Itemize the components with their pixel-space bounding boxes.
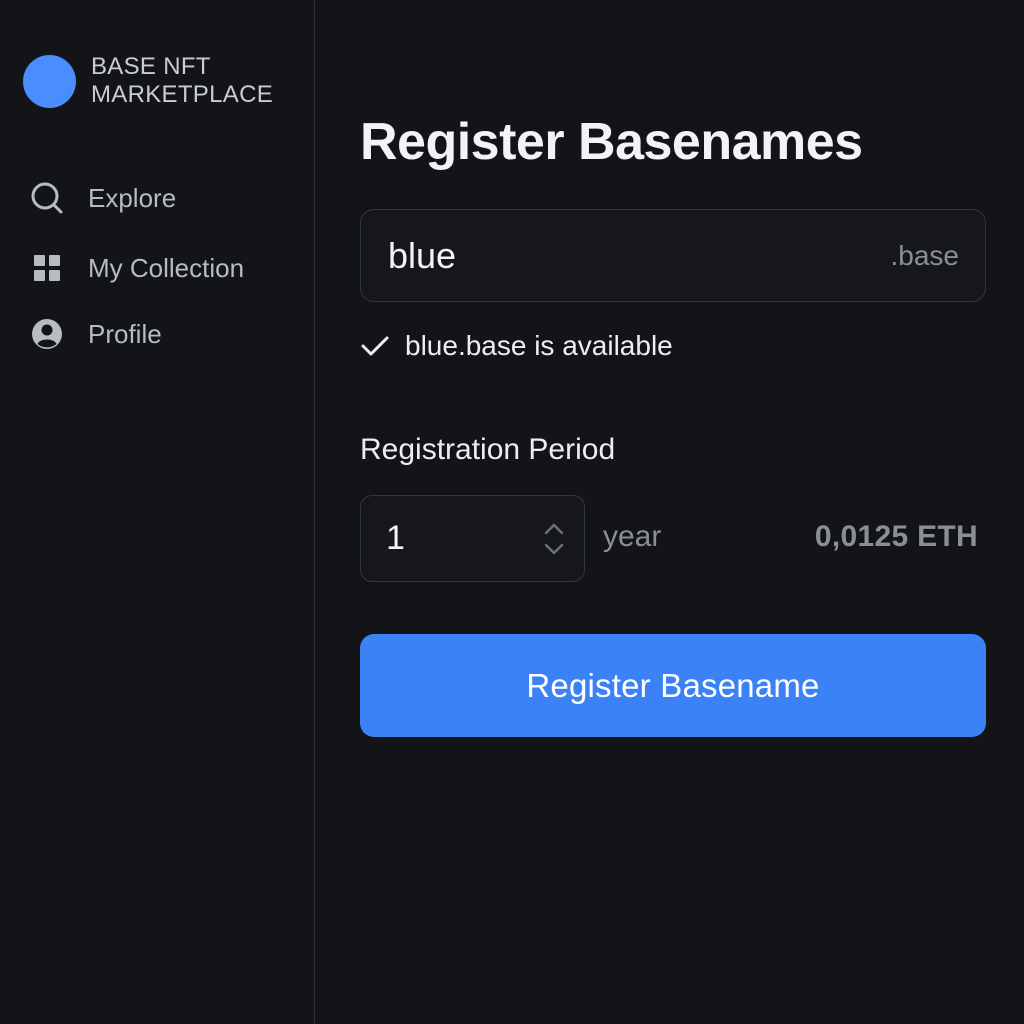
basename-field[interactable]: .base [360,209,986,302]
register-basename-button[interactable]: Register Basename [360,634,986,737]
registration-price: 0,0125 ETH [814,520,978,553]
user-circle-icon [30,317,64,351]
registration-period-label: Registration Period [360,433,616,466]
sidebar-item-explore[interactable]: Explore [30,176,244,220]
sidebar-item-label: My Collection [88,252,245,283]
basename-input[interactable] [388,234,808,277]
sidebar: BASE NFT MARKETPLACE Explore My Collecti… [0,0,315,1024]
chevron-up-down-icon[interactable] [542,519,566,559]
main-content: Register Basenames .base blue.base is av… [315,0,1024,1024]
sidebar-item-label: Profile [88,318,162,349]
brand-logo [23,54,76,108]
period-stepper[interactable]: 1 [360,495,585,582]
sidebar-item-label: Explore [88,182,177,213]
brand[interactable]: BASE NFT MARKETPLACE [23,53,291,109]
period-unit: year [603,520,662,553]
basename-suffix: .base [890,239,960,271]
sidebar-nav: Explore My Collection Profile [30,176,244,382]
grid-icon [30,251,64,285]
sidebar-item-profile[interactable]: Profile [30,312,244,356]
search-icon [30,181,64,215]
availability-text: blue.base is available [405,330,673,361]
sidebar-item-my-collection[interactable]: My Collection [30,246,244,290]
check-icon [360,331,390,361]
brand-name: BASE NFT MARKETPLACE [91,53,274,108]
app-window: BASE NFT MARKETPLACE Explore My Collecti… [0,0,1024,1024]
period-value: 1 [386,519,405,557]
page-title: Register Basenames [360,113,863,171]
availability-status: blue.base is available [360,330,673,362]
